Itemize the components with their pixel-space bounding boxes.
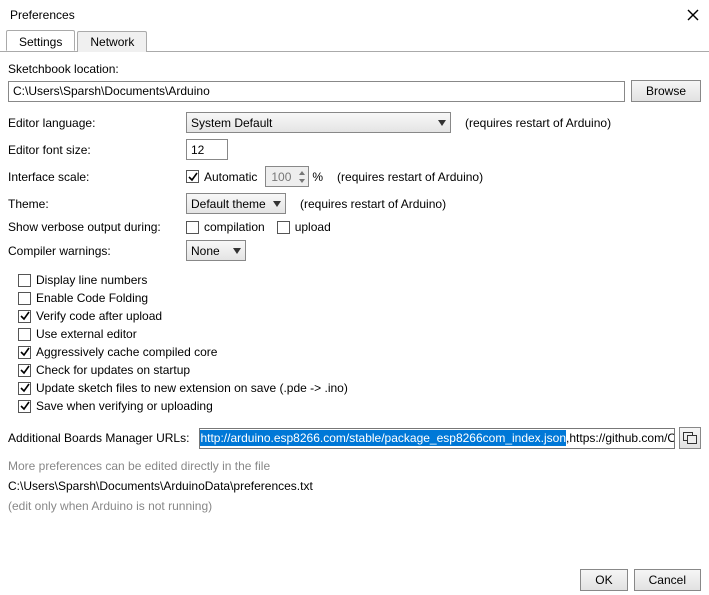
theme-select[interactable]: Default theme: [186, 193, 286, 214]
verbose-upload-label: upload: [295, 220, 331, 234]
chevron-down-icon: [233, 248, 241, 254]
moreprefs-line1: More preferences can be edited directly …: [8, 459, 701, 473]
moreprefs-line2: (edit only when Arduino is not running): [8, 499, 701, 513]
verbose-compile-checkbox[interactable]: [186, 221, 199, 234]
chevron-down-icon: [438, 120, 446, 126]
language-value: System Default: [191, 116, 272, 130]
verbose-label: Show verbose output during:: [8, 220, 186, 234]
window-icon: [683, 432, 697, 444]
fontsize-input[interactable]: [186, 139, 228, 160]
check-updates-checkbox[interactable]: [18, 364, 31, 377]
warnings-select[interactable]: None: [186, 240, 246, 261]
verbose-compile-label: compilation: [204, 220, 265, 234]
scale-auto-checkbox[interactable]: [186, 170, 199, 183]
chevron-down-icon: [273, 201, 281, 207]
cancel-button[interactable]: Cancel: [634, 569, 701, 591]
boards-url-rest: ,https://github.com/Optiboot/opt: [566, 431, 675, 445]
external-editor-checkbox[interactable]: [18, 328, 31, 341]
update-ext-label: Update sketch files to new extension on …: [36, 381, 348, 395]
language-select[interactable]: System Default: [186, 112, 451, 133]
save-verify-label: Save when verifying or uploading: [36, 399, 213, 413]
tab-settings[interactable]: Settings: [6, 30, 75, 51]
update-ext-checkbox[interactable]: [18, 382, 31, 395]
spinner-up-icon[interactable]: [296, 169, 308, 177]
save-verify-checkbox[interactable]: [18, 400, 31, 413]
tab-network[interactable]: Network: [77, 31, 147, 52]
scale-pct: %: [312, 170, 323, 184]
warnings-label: Compiler warnings:: [8, 244, 186, 258]
external-editor-label: Use external editor: [36, 327, 137, 341]
verify-upload-label: Verify code after upload: [36, 309, 162, 323]
boards-urls-input[interactable]: http://arduino.esp8266.com/stable/packag…: [199, 428, 675, 449]
close-icon[interactable]: [685, 7, 701, 23]
spinner-down-icon[interactable]: [296, 177, 308, 185]
code-folding-label: Enable Code Folding: [36, 291, 148, 305]
check-updates-label: Check for updates on startup: [36, 363, 190, 377]
cache-core-label: Aggressively cache compiled core: [36, 345, 217, 359]
scale-spinner[interactable]: 100: [265, 166, 309, 187]
scale-note: (requires restart of Arduino): [337, 170, 483, 184]
verbose-upload-checkbox[interactable]: [277, 221, 290, 234]
language-label: Editor language:: [8, 116, 186, 130]
scale-label: Interface scale:: [8, 170, 186, 184]
browse-button[interactable]: Browse: [631, 80, 701, 102]
scale-auto-label: Automatic: [204, 170, 257, 184]
sketchbook-label: Sketchbook location:: [8, 62, 701, 76]
theme-label: Theme:: [8, 197, 186, 211]
line-numbers-checkbox[interactable]: [18, 274, 31, 287]
window-title: Preferences: [10, 8, 75, 22]
boards-urls-expand-button[interactable]: [679, 427, 701, 449]
moreprefs-path: C:\Users\Sparsh\Documents\ArduinoData\pr…: [8, 479, 701, 493]
cache-core-checkbox[interactable]: [18, 346, 31, 359]
code-folding-checkbox[interactable]: [18, 292, 31, 305]
verify-upload-checkbox[interactable]: [18, 310, 31, 323]
line-numbers-label: Display line numbers: [36, 273, 147, 287]
sketchbook-path-input[interactable]: [8, 81, 625, 102]
warnings-value: None: [191, 244, 220, 258]
fontsize-label: Editor font size:: [8, 143, 186, 157]
boards-url-selected: http://arduino.esp8266.com/stable/packag…: [200, 430, 566, 446]
boards-urls-label: Additional Boards Manager URLs:: [8, 431, 189, 445]
ok-button[interactable]: OK: [580, 569, 627, 591]
theme-value: Default theme: [191, 197, 266, 211]
scale-value: 100: [266, 170, 296, 184]
language-note: (requires restart of Arduino): [465, 116, 611, 130]
theme-note: (requires restart of Arduino): [300, 197, 446, 211]
